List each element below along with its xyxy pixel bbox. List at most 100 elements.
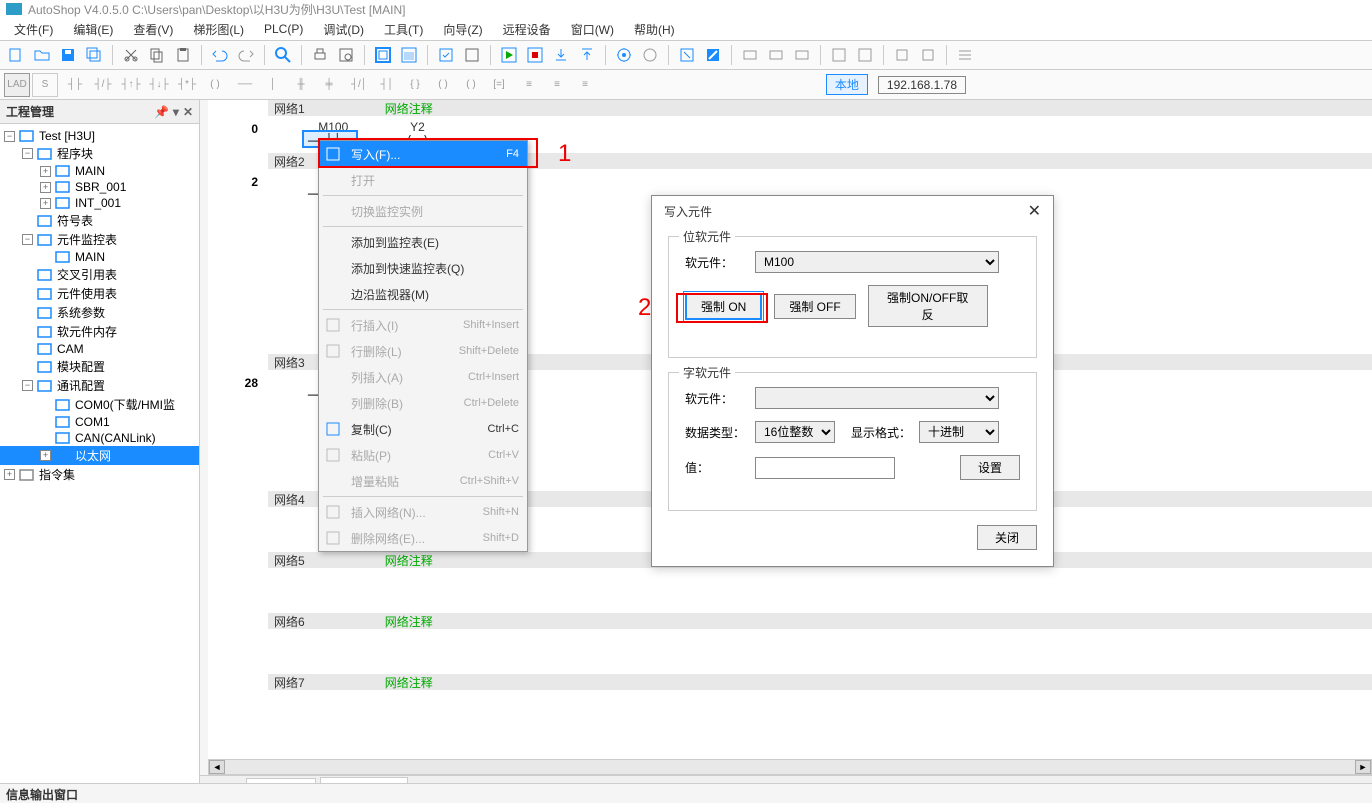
- menu-item[interactable]: 编辑(E): [65, 19, 121, 40]
- upload-button[interactable]: [575, 43, 599, 67]
- h-scrollbar[interactable]: ◄ ►: [208, 759, 1372, 775]
- monitor2-button[interactable]: [638, 43, 662, 67]
- tree-node[interactable]: CAM: [0, 341, 199, 357]
- find-button[interactable]: [271, 43, 295, 67]
- network-body[interactable]: [268, 629, 1372, 673]
- coil3-button[interactable]: ( ): [458, 73, 484, 97]
- paste-button[interactable]: [171, 43, 195, 67]
- new-button[interactable]: [4, 43, 28, 67]
- tool2-button[interactable]: [764, 43, 788, 67]
- open-button[interactable]: [30, 43, 54, 67]
- tree-node[interactable]: −程序块: [0, 144, 199, 163]
- tree-node[interactable]: −Test [H3U]: [0, 128, 199, 144]
- func-button[interactable]: { }: [402, 73, 428, 97]
- collapse-icon[interactable]: −: [22, 148, 33, 159]
- tool4-button[interactable]: [827, 43, 851, 67]
- cmp2-button[interactable]: ≡: [544, 73, 570, 97]
- inv-button[interactable]: ┤/│: [346, 73, 372, 97]
- tool7-button[interactable]: [916, 43, 940, 67]
- window-button[interactable]: [371, 43, 395, 67]
- cut-button[interactable]: [119, 43, 143, 67]
- preview-button[interactable]: [334, 43, 358, 67]
- fmt-select[interactable]: 十进制: [919, 421, 999, 443]
- tree-node[interactable]: −通讯配置: [0, 376, 199, 395]
- dropdown-icon[interactable]: ▾: [173, 105, 179, 119]
- network-header[interactable]: 网络6网络注释: [268, 613, 1372, 629]
- tree-node[interactable]: 软元件内存: [0, 322, 199, 341]
- collapse-icon[interactable]: −: [22, 234, 33, 245]
- collapse-icon[interactable]: −: [22, 380, 33, 391]
- contact-star-button[interactable]: ┤*├: [174, 73, 200, 97]
- contact-nc-button[interactable]: ┤/├: [90, 73, 116, 97]
- force-off-button[interactable]: 强制 OFF: [774, 294, 855, 319]
- tree-node[interactable]: 系统参数: [0, 303, 199, 322]
- tool8-button[interactable]: [953, 43, 977, 67]
- element-select[interactable]: M100: [755, 251, 999, 273]
- tool3-button[interactable]: [790, 43, 814, 67]
- force-on-button[interactable]: 强制 ON: [685, 293, 762, 320]
- saveall-button[interactable]: [82, 43, 106, 67]
- write-button[interactable]: [701, 43, 725, 67]
- contact-p-button[interactable]: ┤↑├: [118, 73, 144, 97]
- expand-icon[interactable]: +: [40, 198, 51, 209]
- expand-icon[interactable]: +: [40, 182, 51, 193]
- monitor-button[interactable]: [612, 43, 636, 67]
- stop-button[interactable]: [523, 43, 547, 67]
- set-button[interactable]: 设置: [960, 455, 1020, 480]
- type-select[interactable]: 16位整数: [755, 421, 835, 443]
- pin-icon[interactable]: 📌: [154, 105, 169, 119]
- tree-node[interactable]: +指令集: [0, 465, 199, 484]
- tree-node[interactable]: +MAIN: [0, 163, 199, 179]
- save-button[interactable]: [56, 43, 80, 67]
- compile-button[interactable]: [434, 43, 458, 67]
- collapse-icon[interactable]: −: [4, 131, 15, 142]
- menu-item[interactable]: 梯形图(L): [185, 19, 252, 40]
- context-menu-item[interactable]: 写入(F)...F4: [319, 141, 527, 167]
- menu-item[interactable]: 查看(V): [125, 19, 181, 40]
- expand-icon[interactable]: +: [40, 166, 51, 177]
- network-body[interactable]: [268, 568, 1372, 612]
- copy-button[interactable]: [145, 43, 169, 67]
- compile2-button[interactable]: [460, 43, 484, 67]
- coil-button[interactable]: ( ): [202, 73, 228, 97]
- lad-button[interactable]: LAD: [4, 73, 30, 97]
- run-button[interactable]: [497, 43, 521, 67]
- force-toggle-button[interactable]: 强制ON/OFF取反: [868, 285, 988, 327]
- tree-node[interactable]: COM1: [0, 414, 199, 430]
- close-button[interactable]: 关闭: [977, 525, 1037, 550]
- menu-item[interactable]: 帮助(H): [626, 19, 683, 40]
- menu-item[interactable]: PLC(P): [256, 20, 311, 38]
- pulse-button[interactable]: ┤│: [374, 73, 400, 97]
- tree-node[interactable]: 交叉引用表: [0, 265, 199, 284]
- debug-button[interactable]: [675, 43, 699, 67]
- hline-del-button[interactable]: ╫: [288, 73, 314, 97]
- block-button[interactable]: [=]: [486, 73, 512, 97]
- coil2-button[interactable]: ( ): [430, 73, 456, 97]
- cmp-button[interactable]: ≡: [516, 73, 542, 97]
- context-menu-item[interactable]: 复制(C)Ctrl+C: [319, 416, 527, 442]
- tree-node[interactable]: +SBR_001: [0, 179, 199, 195]
- contact-n-button[interactable]: ┤↓├: [146, 73, 172, 97]
- tree-node[interactable]: CAN(CANLink): [0, 430, 199, 446]
- context-menu-item[interactable]: 添加到监控表(E): [319, 229, 527, 255]
- tree-node[interactable]: 元件使用表: [0, 284, 199, 303]
- network-body[interactable]: [268, 690, 1372, 734]
- menu-item[interactable]: 文件(F): [6, 19, 61, 40]
- menu-item[interactable]: 向导(Z): [435, 19, 490, 40]
- tree-node[interactable]: COM0(下载/HMI监: [0, 395, 199, 414]
- print-button[interactable]: [308, 43, 332, 67]
- hline-button[interactable]: ──: [232, 73, 258, 97]
- value-input[interactable]: [755, 457, 895, 479]
- tree-node[interactable]: 模块配置: [0, 357, 199, 376]
- tool5-button[interactable]: [853, 43, 877, 67]
- project-tree[interactable]: −Test [H3U]−程序块+MAIN+SBR_001+INT_001符号表−…: [0, 124, 199, 787]
- download-button[interactable]: [549, 43, 573, 67]
- menu-item[interactable]: 窗口(W): [563, 19, 622, 40]
- expand-icon[interactable]: +: [4, 469, 15, 480]
- menu-item[interactable]: 远程设备: [495, 19, 559, 40]
- s-button[interactable]: S: [32, 73, 58, 97]
- scroll-left-icon[interactable]: ◄: [209, 760, 225, 774]
- context-menu-item[interactable]: 添加到快速监控表(Q): [319, 255, 527, 281]
- tree-node[interactable]: MAIN: [0, 249, 199, 265]
- window2-button[interactable]: [397, 43, 421, 67]
